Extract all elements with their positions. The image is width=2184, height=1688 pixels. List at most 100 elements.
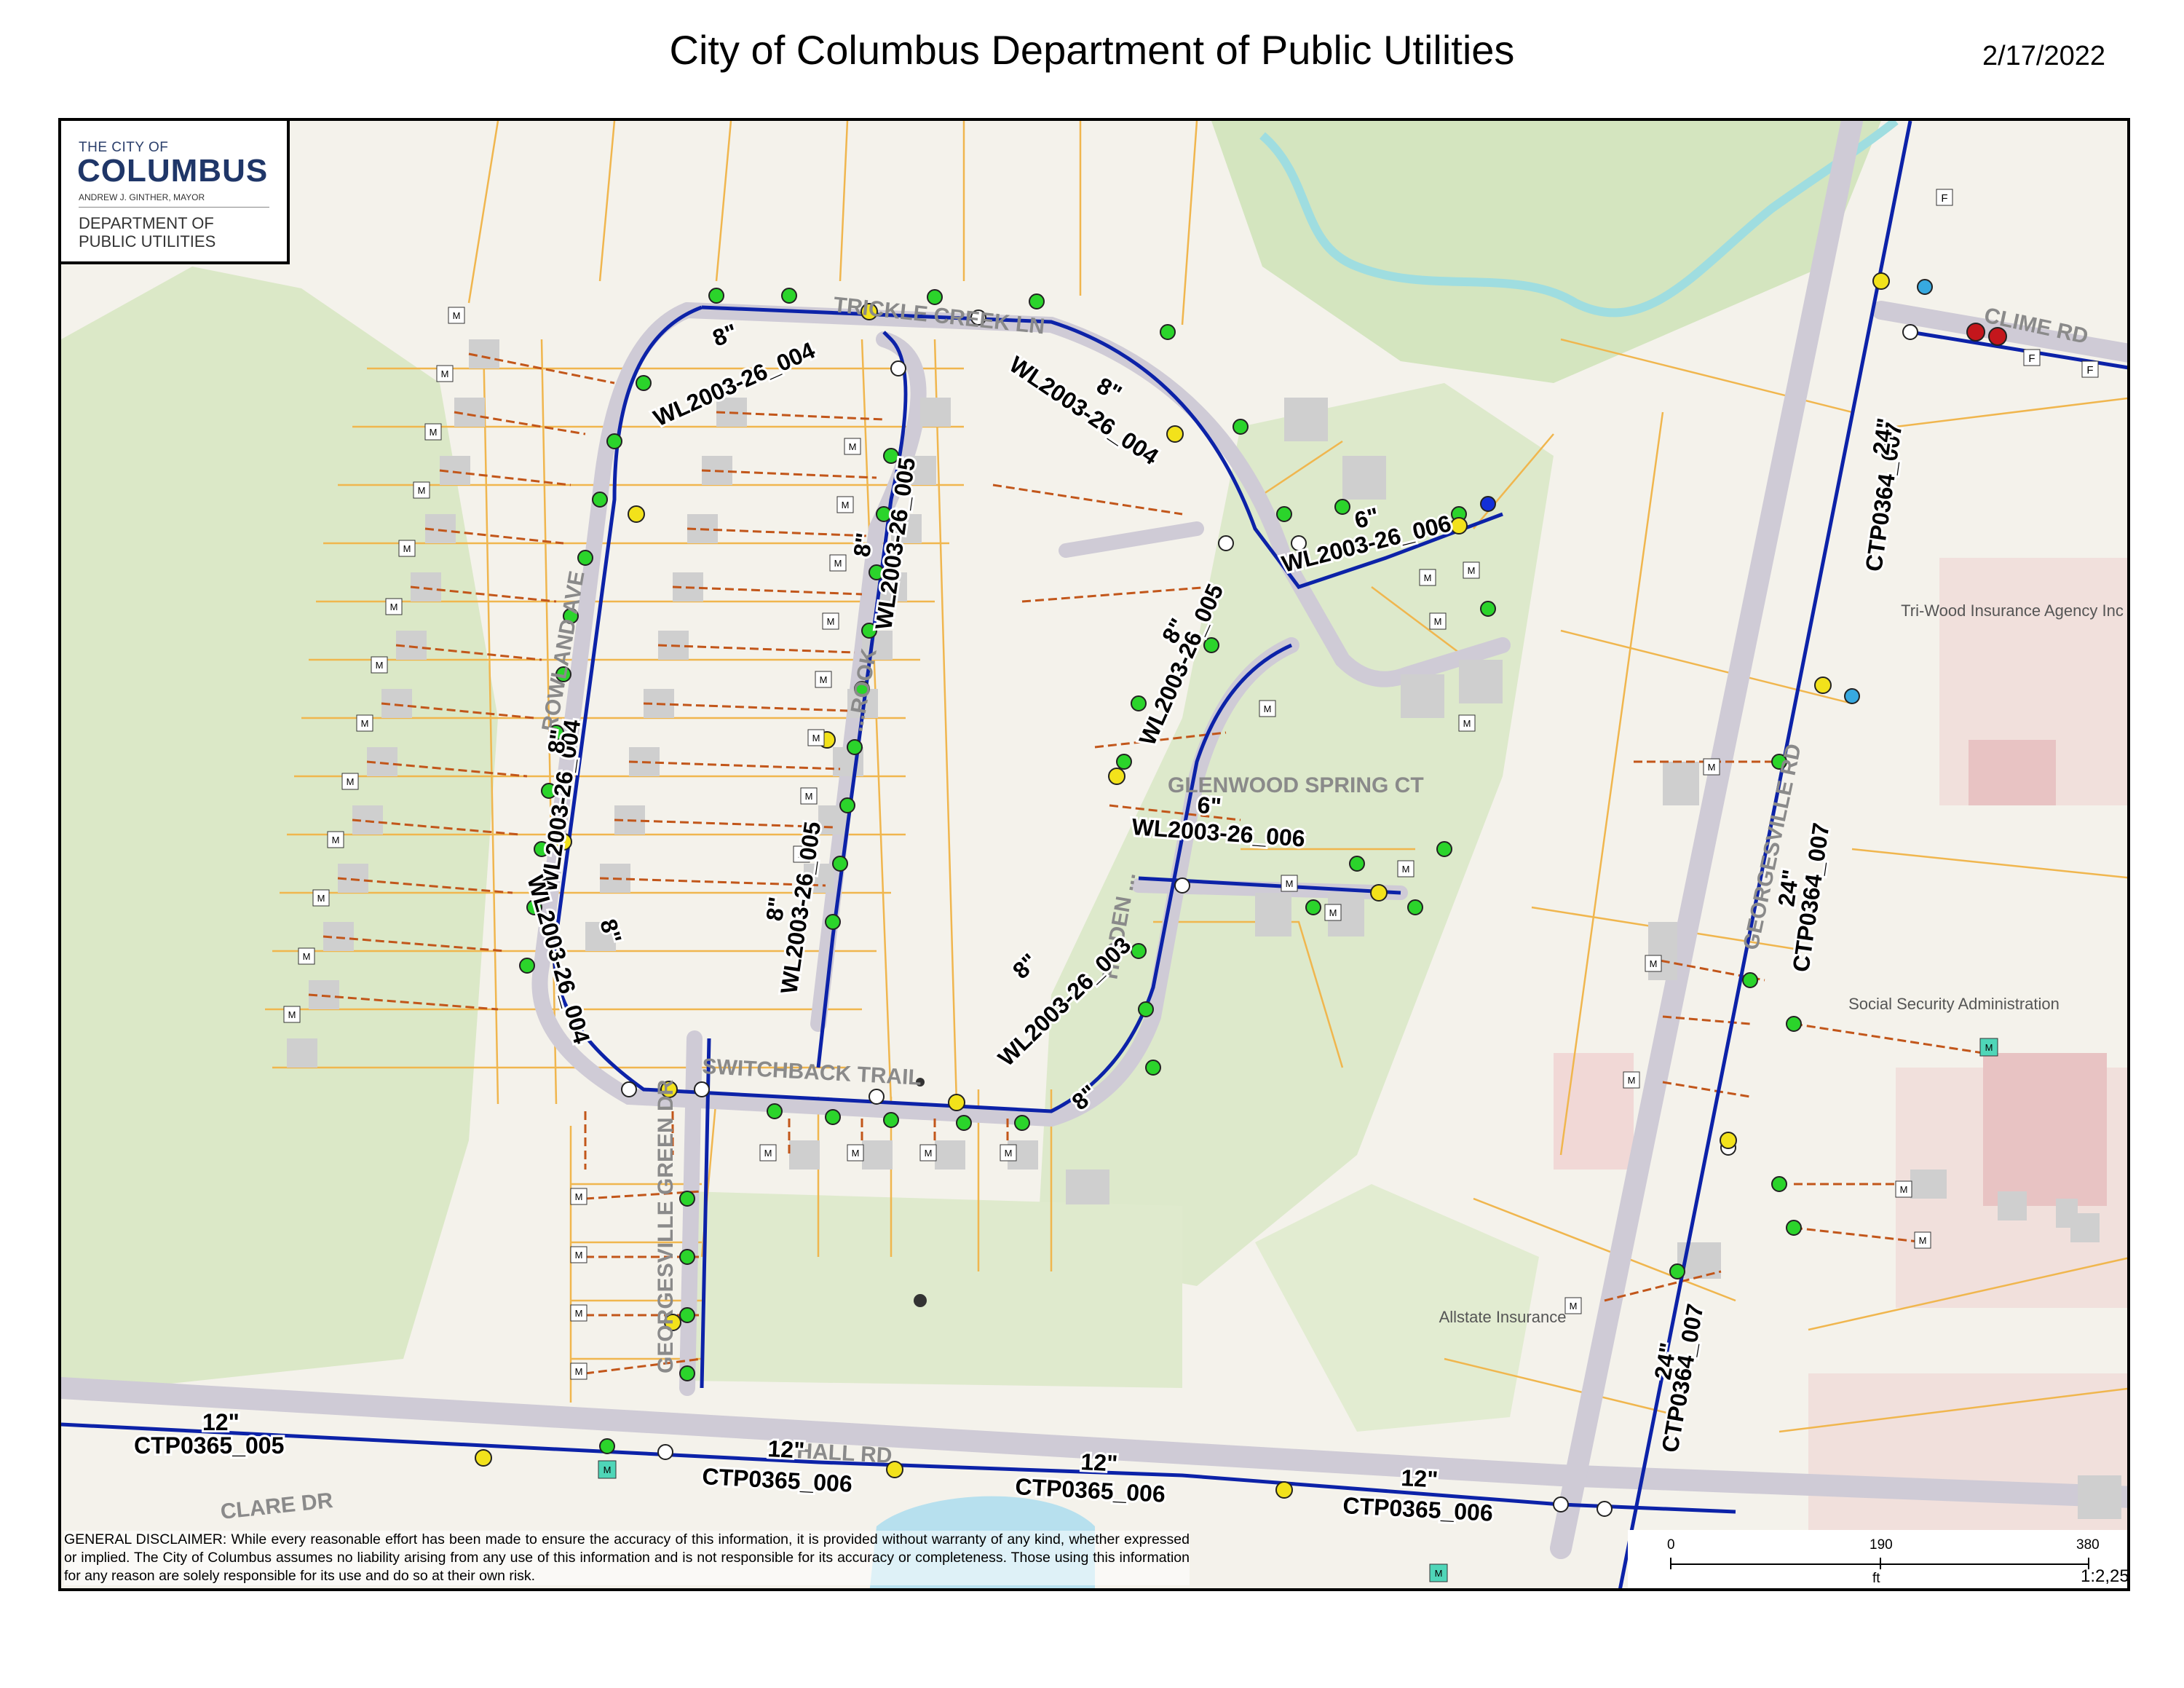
blue-marker[interactable] [1917, 279, 1933, 295]
meter-icon: M [1623, 1071, 1640, 1089]
size-label: 6" [1197, 792, 1222, 819]
logo-wordmark: COLUMBUS [77, 153, 269, 189]
meter-label: M [390, 602, 398, 612]
size-label: 24" [1773, 868, 1804, 908]
size-label: 12" [767, 1435, 806, 1464]
place-tri-wood: Tri-Wood Insurance Agency Inc [1901, 602, 2124, 620]
logo-divider [79, 207, 269, 208]
scale-tick [1880, 1558, 1881, 1569]
meter-icon: M [341, 773, 359, 790]
meter-icon: M [836, 496, 854, 513]
meter-label: M [430, 427, 438, 438]
street-hall-rd: HALL RD [796, 1439, 893, 1468]
size-label: 12" [202, 1409, 240, 1435]
meter-icon: M [570, 1188, 587, 1205]
meter-label: M [1463, 718, 1471, 729]
meter-icon: M [1895, 1180, 1912, 1198]
meter-label: M [1900, 1184, 1908, 1195]
meter-label: M [575, 1366, 583, 1377]
scale-unit: ft [1872, 1571, 1880, 1586]
meter-icon: M [424, 423, 442, 441]
f-label: F [2028, 352, 2035, 365]
meter-icon: M [570, 1304, 587, 1322]
meter-label: M [604, 1464, 612, 1475]
size-label: 12" [1401, 1464, 1439, 1493]
meter-icon: M [356, 714, 373, 732]
f-icon: F [1936, 189, 1953, 206]
meter-label: M [1424, 572, 1432, 583]
logo-department: DEPARTMENT OF PUBLIC UTILITIES [79, 214, 216, 251]
meter-label: M [764, 1148, 772, 1159]
f-label: F [2086, 364, 2093, 376]
meter-icon: M [1281, 875, 1298, 892]
meter-icon: M [1979, 1038, 1998, 1057]
meter-icon: M [1914, 1231, 1931, 1249]
map-canvas[interactable]: M M M M M M M M M M M M M M M M M M M M … [61, 121, 2130, 1591]
meter-icon: M [919, 1144, 937, 1162]
meter-label: M [453, 310, 461, 321]
meter-icon: M [398, 540, 416, 557]
meter-icon: M [570, 1246, 587, 1263]
meter-label: M [1650, 958, 1658, 969]
scale-bar: 0 190 380 ft 1:2,257 [1628, 1530, 2129, 1588]
meter-icon: M [847, 1144, 864, 1162]
meter-icon: M [807, 729, 825, 746]
meter-label: M [805, 791, 813, 802]
meter-icon: M [413, 481, 430, 499]
meter-icon: M [436, 365, 454, 382]
blue-marker[interactable] [1844, 688, 1860, 704]
map-date: 2/17/2022 [1982, 41, 2105, 71]
commercial-building [1554, 1053, 1634, 1170]
meter-icon: M [800, 787, 818, 805]
blue-marker[interactable] [1480, 496, 1496, 512]
meter-label: M [925, 1148, 933, 1159]
map-frame[interactable]: M M M M M M M M M M M M M M M M M M M M … [58, 118, 2130, 1591]
meter-icon: M [327, 831, 344, 848]
meter-icon: M [1397, 860, 1415, 877]
meter-label: M [575, 1308, 583, 1319]
meter-label: M [1286, 878, 1294, 889]
size-label: 24" [1867, 417, 1899, 457]
meter-icon: M [1458, 714, 1476, 732]
meter-icon: M [598, 1460, 617, 1479]
meter-label: M [1435, 1568, 1443, 1579]
meter-icon: M [1564, 1297, 1582, 1314]
meter-icon: M [829, 554, 847, 572]
meter-icon: M [815, 671, 832, 688]
size-label: 8" [761, 895, 790, 923]
scale-tick [1670, 1558, 1671, 1569]
meter-label: M [1708, 762, 1716, 773]
meter-label: M [575, 1191, 583, 1202]
f-icon: F [2081, 360, 2099, 378]
meter-icon: M [312, 889, 330, 907]
meter-icon: M [1429, 612, 1447, 630]
scale-label-0: 0 [1667, 1537, 1675, 1553]
meter-icon: M [1259, 700, 1276, 717]
scale-ratio: 1:2,257 [2081, 1566, 2129, 1586]
meter-label: M [441, 368, 449, 379]
meter-label: M [1985, 1042, 1993, 1053]
city-logo: THE CITY OF COLUMBUS ANDREW J. GINTHER, … [61, 121, 290, 264]
place-social-security: Social Security Administration [1848, 995, 2060, 1013]
meter-label: M [1329, 907, 1337, 918]
meter-icon: M [1000, 1144, 1017, 1162]
logo-mayor: ANDREW J. GINTHER, MAYOR [79, 192, 205, 202]
meter-label: M [820, 674, 828, 685]
meter-label: M [575, 1250, 583, 1261]
meter-label: M [1402, 864, 1410, 875]
size-label: 12" [1080, 1448, 1119, 1477]
meter-icon: M [1324, 904, 1342, 921]
meter-icon: M [759, 1144, 777, 1162]
meter-label: M [347, 776, 355, 787]
meter-icon: M [1463, 561, 1480, 579]
main-label: CTP0365_005 [134, 1432, 284, 1459]
meter-icon: M [298, 947, 315, 965]
scale-label-380: 380 [2076, 1537, 2100, 1553]
meter-icon: M [283, 1006, 301, 1023]
point-marker [914, 1294, 927, 1307]
meter-icon: M [1419, 569, 1436, 586]
meter-icon: M [844, 438, 861, 455]
meter-label: M [1005, 1148, 1013, 1159]
meter-label: M [834, 558, 842, 569]
place-allstate: Allstate Insurance [1439, 1308, 1567, 1326]
